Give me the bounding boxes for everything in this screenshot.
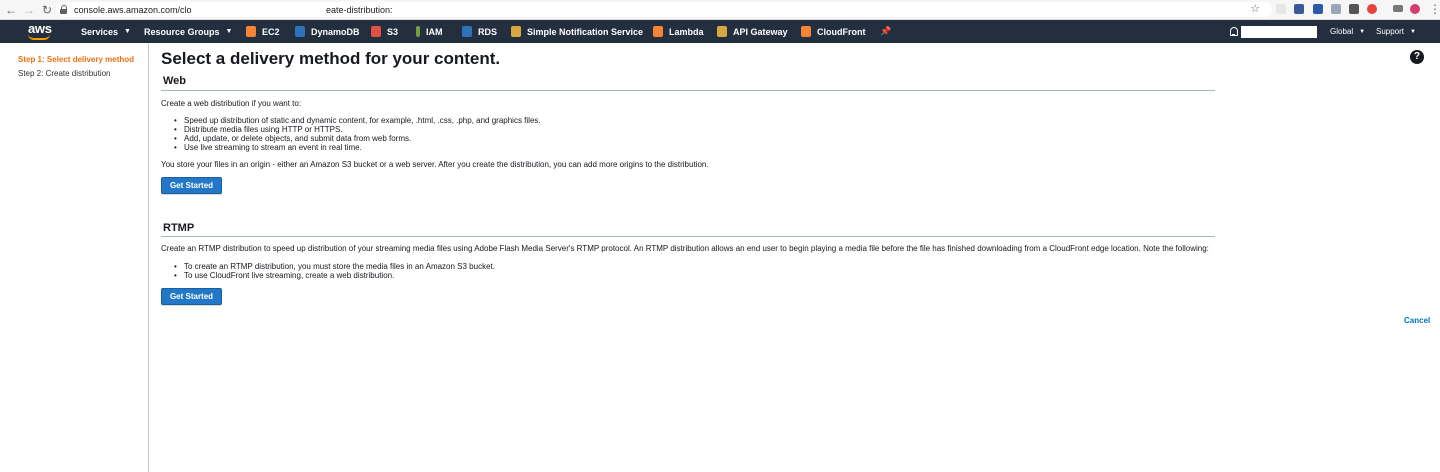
iam-icon: [416, 26, 420, 37]
extension-icon[interactable]: [1294, 4, 1304, 14]
support-menu[interactable]: Support ▼: [1376, 20, 1416, 43]
web-intro: Create a web distribution if you want to…: [161, 99, 302, 108]
shortcut-label: Lambda: [669, 26, 704, 37]
list-item: To use CloudFront live streaming, create…: [174, 271, 495, 280]
browser-toolbar: ← → ↻ console.aws.amazon.com/clo eate-di…: [0, 0, 1440, 20]
reading-list-icon[interactable]: [1393, 5, 1403, 12]
web-note: You store your files in an origin - eith…: [161, 160, 709, 169]
chevron-down-icon: ▼: [225, 28, 233, 35]
shortcut-rds[interactable]: RDS: [462, 20, 497, 43]
shortcut-label: EC2: [262, 26, 280, 37]
rds-icon: [462, 26, 472, 37]
shortcut-label: Simple Notification Service: [527, 26, 644, 37]
extension-icon[interactable]: [1331, 4, 1341, 14]
bell-icon[interactable]: [1229, 26, 1238, 36]
chevron-down-icon: ▼: [124, 28, 131, 35]
api-gateway-icon: [717, 26, 727, 37]
divider: [161, 236, 1215, 237]
url-host: console.aws.amazon.com/clo: [74, 4, 192, 15]
shortcut-cloudfront[interactable]: CloudFront: [801, 20, 866, 43]
page-title: Select a delivery method for your conten…: [161, 49, 501, 68]
lambda-icon: [653, 26, 663, 37]
services-menu[interactable]: Services ▼: [81, 20, 131, 43]
web-get-started-button[interactable]: Get Started: [161, 177, 222, 194]
resource-groups-menu[interactable]: Resource Groups ▼: [144, 20, 232, 43]
list-item: To create an RTMP distribution, you must…: [174, 262, 495, 271]
list-item: Distribute media files using HTTP or HTT…: [174, 125, 541, 134]
profile-avatar[interactable]: [1410, 4, 1420, 14]
services-label: Services: [81, 26, 119, 37]
shortcut-label: IAM: [426, 26, 443, 37]
reload-icon[interactable]: ↻: [40, 3, 54, 17]
wizard-step-1[interactable]: Step 1: Select delivery method: [18, 55, 134, 64]
aws-top-nav: aws Services ▼ Resource Groups ▼ EC2 Dynam…: [0, 20, 1440, 43]
s3-icon: [371, 26, 381, 37]
chevron-down-icon: ▼: [1359, 28, 1366, 35]
resource-groups-label: Resource Groups: [144, 26, 220, 37]
cloudfront-icon: [801, 26, 811, 37]
region-menu[interactable]: Global ▼: [1330, 20, 1365, 43]
sns-icon: [511, 26, 521, 37]
chevron-down-icon: ▼: [1410, 28, 1416, 35]
rtmp-intro: Create an RTMP distribution to speed up …: [161, 244, 1209, 253]
rtmp-get-started-button[interactable]: Get Started: [161, 288, 222, 305]
list-item: Speed up distribution of static and dyna…: [174, 116, 541, 125]
rtmp-heading: RTMP: [163, 222, 195, 234]
shortcut-s3[interactable]: S3: [371, 20, 398, 43]
shortcut-label: API Gateway: [733, 26, 788, 37]
help-icon[interactable]: ?: [1410, 50, 1424, 64]
shortcut-api-gateway[interactable]: API Gateway: [717, 20, 788, 43]
list-item: Add, update, or delete objects, and subm…: [174, 134, 541, 143]
support-label: Support: [1376, 27, 1405, 36]
shortcut-label: DynamoDB: [311, 26, 360, 37]
web-heading: Web: [163, 75, 187, 87]
divider: [161, 90, 1215, 91]
edit-shortcuts-button[interactable]: 📌: [880, 20, 891, 43]
extension-icon[interactable]: [1367, 4, 1377, 14]
shortcut-ec2[interactable]: EC2: [246, 20, 280, 43]
shortcut-iam[interactable]: IAM: [416, 20, 443, 43]
cancel-link[interactable]: Cancel: [1404, 316, 1430, 325]
shortcut-label: CloudFront: [817, 26, 866, 37]
forward-arrow-icon[interactable]: →: [22, 3, 36, 17]
menu-dots-icon[interactable]: ⋮: [1428, 2, 1440, 16]
shortcut-lambda[interactable]: Lambda: [653, 20, 704, 43]
back-arrow-icon[interactable]: ←: [4, 3, 18, 17]
shortcut-sns[interactable]: Simple Notification Service: [511, 20, 643, 43]
wizard-step-2[interactable]: Step 2: Create distribution: [18, 69, 111, 78]
shortcut-label: S3: [387, 26, 399, 37]
address-bar[interactable]: console.aws.amazon.com/clo eate-distribu…: [56, 2, 1272, 17]
pin-icon: 📌: [880, 26, 892, 36]
shortcut-dynamodb[interactable]: DynamoDB: [295, 20, 360, 43]
web-use-list: Speed up distribution of static and dyna…: [174, 116, 541, 152]
aws-logo[interactable]: aws: [24, 20, 74, 43]
account-menu-field[interactable]: [1241, 26, 1317, 38]
wizard-sidebar: Step 1: Select delivery method Step 2: C…: [0, 43, 149, 472]
dynamodb-icon: [295, 26, 305, 37]
rtmp-notes-list: To create an RTMP distribution, you must…: [174, 262, 495, 280]
extension-icon[interactable]: [1276, 4, 1286, 14]
list-item: Use live streaming to stream an event in…: [174, 143, 541, 152]
lock-icon: [60, 5, 68, 14]
shortcut-label: RDS: [478, 26, 498, 37]
url-path: eate-distribution:: [326, 4, 393, 15]
extension-icon[interactable]: [1313, 4, 1323, 14]
star-icon[interactable]: ☆: [1250, 2, 1260, 17]
extension-icon[interactable]: [1349, 4, 1359, 14]
ec2-icon: [246, 26, 256, 37]
region-label: Global: [1330, 27, 1354, 36]
